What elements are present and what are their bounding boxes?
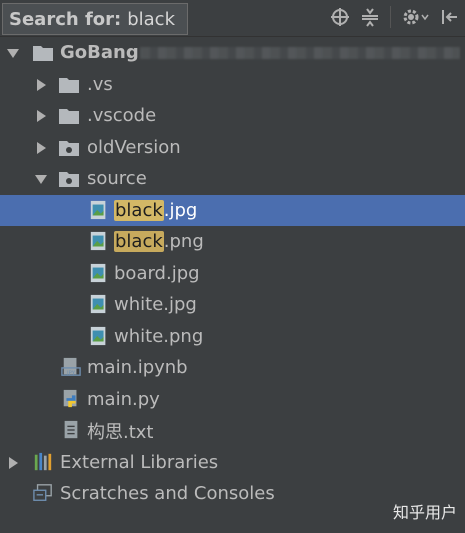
- external-libraries-label: External Libraries: [60, 451, 219, 473]
- target-icon[interactable]: [330, 7, 350, 27]
- image-file-icon: [90, 231, 106, 251]
- file-label: board.jpg: [114, 262, 200, 284]
- folder-icon: [59, 109, 79, 124]
- toolbar-divider: [390, 6, 391, 28]
- chevron-right-icon[interactable]: [6, 456, 20, 470]
- file-label: main.py: [87, 388, 160, 410]
- folder-icon: [33, 46, 53, 61]
- tree-row-external-libraries[interactable]: External Libraries: [0, 447, 465, 479]
- file-label: white.png: [114, 325, 204, 347]
- image-file-icon: [90, 200, 106, 219]
- scratches-icon: [33, 484, 52, 501]
- file-label: 构思.txt: [87, 421, 154, 443]
- scratches-label: Scratches and Consoles: [60, 483, 275, 505]
- text-file-icon: [64, 420, 78, 439]
- tree-row-folder[interactable]: .vs: [0, 69, 465, 101]
- file-label: black.jpg: [114, 199, 198, 221]
- folder-icon: [59, 77, 79, 93]
- chevron-right-icon[interactable]: [34, 78, 48, 92]
- gear-icon[interactable]: [401, 7, 429, 27]
- watermark: 知乎用户: [392, 503, 457, 522]
- redacted-path: [140, 47, 460, 59]
- python-file-icon: [63, 389, 77, 407]
- project-tree: GoBang .vs .vscode oldVersion source bla…: [0, 37, 465, 510]
- tree-row-file[interactable]: 构思.txt: [0, 415, 465, 447]
- notebook-file-icon: IPY: [61, 357, 81, 376]
- tree-row-file[interactable]: black.png: [0, 226, 465, 258]
- tree-row-file[interactable]: white.jpg: [0, 289, 465, 321]
- folder-label: .vscode: [87, 105, 157, 127]
- svg-text:IPY: IPY: [67, 370, 76, 376]
- package-folder-icon: [59, 140, 79, 156]
- image-file-icon: [90, 263, 106, 282]
- project-name: GoBang: [60, 42, 139, 64]
- file-label: main.ipynb: [87, 357, 188, 379]
- chevron-down-icon[interactable]: [34, 172, 48, 186]
- speed-search-box[interactable]: Search for: black: [2, 3, 188, 35]
- tree-row-folder[interactable]: .vscode: [0, 100, 465, 132]
- tree-row-file-selected[interactable]: black.jpg: [0, 194, 465, 226]
- package-folder-icon: [59, 172, 79, 187]
- folder-label: oldVersion: [87, 136, 181, 158]
- chevron-right-icon[interactable]: [34, 141, 48, 155]
- chevron-down-icon[interactable]: [6, 46, 20, 60]
- tree-row-folder[interactable]: oldVersion: [0, 132, 465, 164]
- tree-row-project-root[interactable]: GoBang: [0, 37, 465, 69]
- folder-label: .vs: [87, 73, 113, 95]
- collapse-icon[interactable]: [360, 7, 380, 27]
- tree-row-folder[interactable]: source: [0, 163, 465, 195]
- folder-label: source: [87, 168, 147, 190]
- search-match-highlight: black: [114, 231, 164, 253]
- project-toolbar: Search for: black: [0, 0, 465, 37]
- search-label: Search for:: [9, 8, 122, 30]
- hide-panel-icon[interactable]: [439, 7, 459, 27]
- tree-row-file[interactable]: board.jpg: [0, 258, 465, 290]
- search-query[interactable]: black: [127, 9, 175, 30]
- chevron-right-icon[interactable]: [34, 109, 48, 123]
- file-label: white.jpg: [114, 294, 197, 316]
- tree-row-file[interactable]: main.py: [0, 384, 465, 416]
- file-label: black.png: [114, 231, 204, 253]
- tree-row-file[interactable]: white.png: [0, 321, 465, 353]
- image-file-icon: [90, 326, 106, 345]
- image-file-icon: [90, 294, 106, 314]
- library-icon: [34, 452, 52, 470]
- search-match-highlight: black: [114, 199, 164, 221]
- tree-row-file[interactable]: IPY main.ipynb: [0, 352, 465, 384]
